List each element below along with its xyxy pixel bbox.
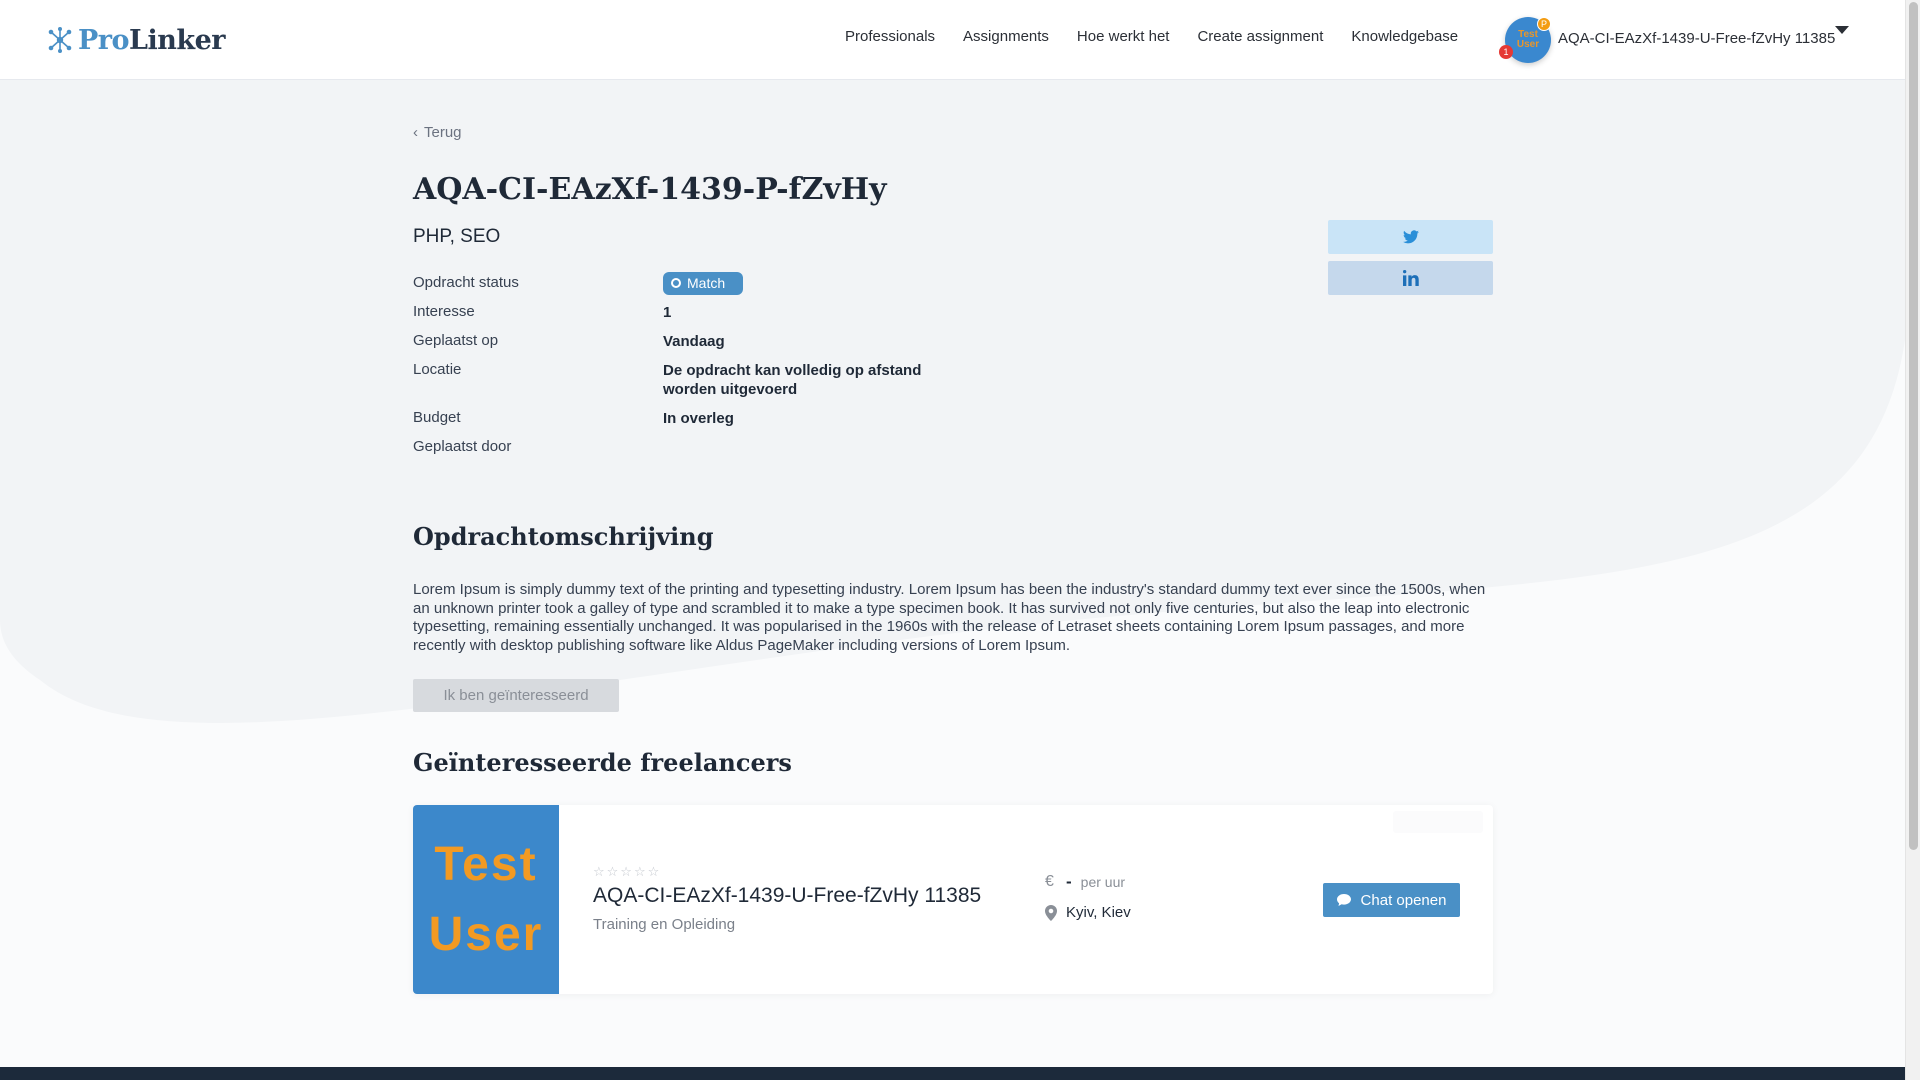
detail-label: Geplaatst op [413,332,499,349]
avatar-text-line2: User [1516,39,1540,50]
linkedin-icon [1402,270,1419,286]
detail-value [663,438,953,467]
detail-value: De opdracht kan volledig op afstand word… [663,362,922,398]
nav-professionals[interactable]: Professionals [845,28,935,45]
logo-pro-text: Pro [78,24,130,56]
map-pin-icon [1045,904,1057,921]
nav-hoe-werkt-het[interactable]: Hoe werkt het [1077,28,1170,45]
detail-value: 1 [663,304,672,321]
detail-row-location: Locatie De opdracht kan volledig op afst… [413,361,1013,409]
main-nav: Professionals Assignments Hoe werkt het … [845,28,1458,45]
detail-row-status: Opdracht status Match [413,271,1013,303]
share-twitter-button[interactable] [1328,220,1493,254]
freelancer-location: Kyiv, Kiev [1045,904,1131,921]
detail-label: Interesse [413,303,475,320]
logo-linker-text: Linker [129,24,226,56]
detail-row-posted-on: Geplaatst op Vandaag [413,332,1013,361]
freelancer-avatar-line2: User [428,907,544,961]
prolinker-logo[interactable]: ProLinker [46,22,226,58]
rating-stars: ☆☆☆☆☆ [593,864,662,879]
chat-open-label: Chat openen [1360,891,1447,909]
scrollbar-thumb[interactable] [1909,2,1918,850]
back-link[interactable]: ‹ Terug [413,124,462,141]
page-scrollbar[interactable] [1905,0,1920,1080]
plan-badge: P [1537,17,1551,31]
interested-button[interactable]: Ik ben geïnteresseerd [413,679,619,712]
top-navbar: ProLinker Professionals Assignments Hoe … [0,0,1905,80]
detail-row-posted-by: Geplaatst door [413,438,1013,467]
back-label: Terug [424,124,462,141]
freelancer-name[interactable]: AQA-CI-EAzXf-1439-U-Free-fZvHy 11385 [593,884,981,908]
location-text: Kyiv, Kiev [1066,904,1131,921]
assignment-skills: PHP, SEO [413,226,501,247]
status-circle-icon [671,278,681,288]
nav-knowledgebase[interactable]: Knowledgebase [1351,28,1458,45]
description-heading: Opdrachtomschrijving [413,522,714,551]
twitter-icon [1402,230,1419,244]
freelancer-category: Training en Opleiding [593,916,736,933]
chat-open-button[interactable]: Chat openen [1323,883,1460,917]
logo-wordmark: ProLinker [78,24,226,56]
freelancer-card[interactable]: Test User ☆☆☆☆☆ AQA-CI-EAzXf-1439-U-Free… [413,805,1493,994]
interested-freelancers-heading: Geïnteresseerde freelancers [413,748,792,777]
rate-unit: per uur [1080,874,1126,890]
freelancer-avatar: Test User [413,805,559,994]
share-linkedin-button[interactable] [1328,261,1493,295]
detail-label: Opdracht status [413,274,519,291]
detail-label: Locatie [413,361,462,378]
assignment-details: Opdracht status Match Interesse 1 Geplaa… [413,271,1013,467]
rate-value: - [1066,872,1072,891]
detail-row-budget: Budget In overleg [413,409,1013,438]
detail-value: In overleg [663,410,734,427]
assignment-title: AQA-CI-EAzXf-1439-P-fZvHy [413,172,887,207]
assignment-description: Lorem Ipsum is simply dummy text of the … [413,581,1486,655]
detail-row-interest: Interesse 1 [413,303,1013,332]
euro-icon: € [1045,873,1054,890]
notification-badge: 1 [1499,45,1513,59]
nav-assignments[interactable]: Assignments [963,28,1049,45]
user-name[interactable]: AQA-CI-EAzXf-1439-U-Free-fZvHy 11385 [1558,30,1835,47]
nav-create-assignment[interactable]: Create assignment [1197,28,1323,45]
detail-value: Vandaag [663,333,725,350]
chat-bubble-icon [1336,894,1351,906]
status-badge: Match [663,271,744,295]
network-logo-icon [48,27,72,53]
status-label: Match [687,274,726,291]
detail-label: Budget [413,409,461,426]
freelancer-avatar-line1: Test [434,837,538,891]
footer [0,1067,1905,1080]
detail-value: Match [663,271,953,303]
freelancer-rate: € - per uur [1045,872,1125,892]
detail-label: Geplaatst door [413,438,512,455]
chevron-left-icon: ‹ [413,124,418,141]
user-avatar-menu[interactable]: Test User 1 P [1499,17,1551,63]
card-tag [1393,811,1483,833]
caret-down-icon[interactable] [1835,26,1849,34]
